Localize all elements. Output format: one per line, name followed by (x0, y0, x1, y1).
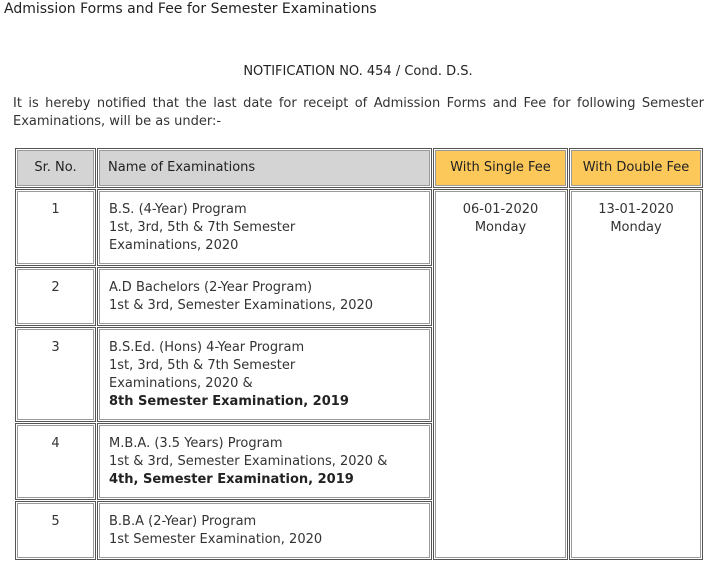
header-sr-no: Sr. No. (15, 148, 96, 188)
table-row-2-sr: 2 (15, 267, 96, 326)
table-row-5-name: B.B.A (2-Year) Program 1st Semester Exam… (97, 501, 432, 560)
single-fee-day: Monday (474, 220, 527, 235)
intro-paragraph: It is hereby notified that the last date… (13, 96, 704, 129)
double-fee-date: 13-01-2020 (598, 202, 674, 217)
row-1-line-2: 1st, 3rd, 5th & 7th Semester (109, 220, 296, 235)
double-fee-cell: 13-01-2020 Monday (569, 189, 703, 560)
table-row-2-name: A.D Bachelors (2-Year Program) 1st & 3rd… (97, 267, 432, 326)
double-fee-day: Monday (610, 220, 662, 235)
row-4-bold-line: 4th, Semester Examination, 2019 (109, 472, 354, 487)
row-4-line-1: M.B.A. (3.5 Years) Program (109, 436, 283, 451)
row-3-line-2: 1st, 3rd, 5th & 7th Semester (109, 358, 296, 373)
row-2-line-1: A.D Bachelors (2-Year Program) (109, 280, 313, 295)
row-1-line-1: B.S. (4-Year) Program (109, 202, 247, 217)
table-row-4-sr: 4 (15, 423, 96, 500)
row-5-line-2: 1st Semester Examination, 2020 (109, 532, 323, 547)
row-3-line-3: Examinations, 2020 & (109, 376, 253, 391)
row-3-bold-line: 8th Semester Examination, 2019 (109, 394, 349, 409)
row-2-line-2: 1st & 3rd, Semester Examinations, 2020 (109, 298, 374, 313)
table-row-3-name: B.S.Ed. (Hons) 4-Year Program 1st, 3rd, … (97, 327, 432, 422)
single-fee-date: 06-01-2020 (462, 202, 539, 217)
table-row-5-sr: 5 (15, 501, 96, 560)
header-double-fee: With Double Fee (569, 148, 703, 188)
header-exam-name: Name of Examinations (97, 148, 432, 188)
row-1-line-3: Examinations, 2020 (109, 238, 239, 253)
table-row-4-name: M.B.A. (3.5 Years) Program 1st & 3rd, Se… (97, 423, 432, 500)
header-single-fee: With Single Fee (433, 148, 568, 188)
notification-number: NOTIFICATION NO. 454 / Cond. D.S. (243, 64, 473, 79)
row-3-line-1: B.S.Ed. (Hons) 4-Year Program (109, 340, 305, 355)
row-5-line-1: B.B.A (2-Year) Program (109, 514, 257, 529)
table-row-1-sr: 1 (15, 189, 96, 266)
table-row-1-name: B.S. (4-Year) Program 1st, 3rd, 5th & 7t… (97, 189, 432, 266)
page-title: Admission Forms and Fee for Semester Exa… (4, 1, 377, 17)
table-row-3-sr: 3 (15, 327, 96, 422)
row-4-line-2: 1st & 3rd, Semester Examinations, 2020 & (109, 454, 388, 469)
single-fee-cell: 06-01-2020 Monday (433, 189, 568, 560)
